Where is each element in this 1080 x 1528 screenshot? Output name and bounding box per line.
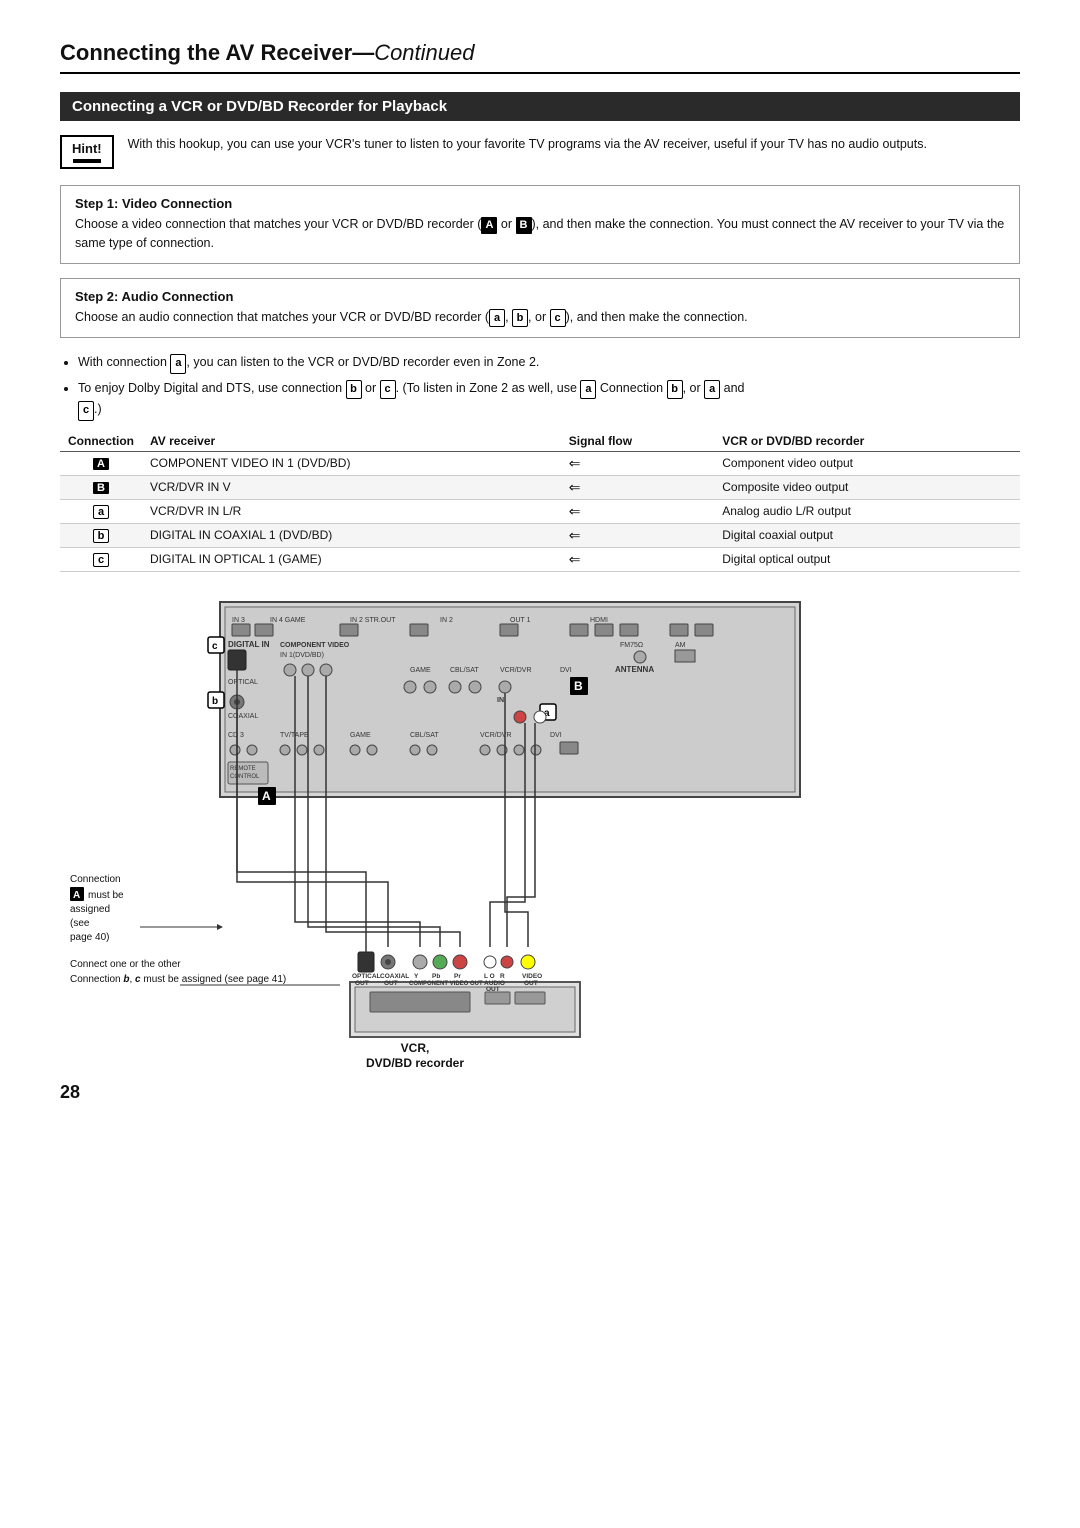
svg-text:b: b — [212, 696, 218, 707]
av-receiver-B: VCR/DVR IN V — [142, 475, 561, 499]
svg-text:Connection b, c: Connection b, c must be assigned (see pa… — [70, 974, 286, 985]
signal-a: ⇐ — [561, 499, 714, 523]
col-vcr: VCR or DVD/BD recorder — [714, 431, 1020, 452]
hint-label: Hint! — [60, 135, 114, 169]
av-receiver-A: COMPONENT VIDEO IN 1 (DVD/BD) — [142, 451, 561, 475]
vcr-b: Digital coaxial output — [714, 523, 1020, 547]
svg-text:FM75Ω: FM75Ω — [620, 642, 643, 649]
av-receiver-a: VCR/DVR IN L/R — [142, 499, 561, 523]
svg-text:assigned: assigned — [70, 904, 110, 915]
page-title: Connecting the AV Receiver—Continued — [60, 40, 1020, 74]
svg-text:OUT: OUT — [524, 980, 538, 987]
svg-text:CBL/SAT: CBL/SAT — [450, 667, 479, 674]
svg-text:CONTROL: CONTROL — [230, 774, 260, 780]
page-number: 28 — [60, 1082, 1020, 1103]
svg-text:IN 2: IN 2 — [440, 617, 453, 624]
step2-box: Step 2: Audio Connection Choose an audio… — [60, 278, 1020, 339]
connection-diagram: IN 3 IN 4 GAME IN 2 STR.OUT IN 2 OUT 1 H… — [60, 592, 1020, 1072]
svg-text:IN 1(DVD/BD): IN 1(DVD/BD) — [280, 652, 324, 659]
svg-text:DVI: DVI — [560, 667, 572, 674]
svg-text:OUT: OUT — [486, 986, 500, 993]
svg-text:must be: must be — [88, 890, 124, 901]
signal-B: ⇐ — [561, 475, 714, 499]
step2-title: Step 2: Audio Connection — [75, 289, 1005, 304]
svg-text:VCR/DVR: VCR/DVR — [480, 732, 512, 739]
vcr-c: Digital optical output — [714, 547, 1020, 571]
svg-text:IN 2 STR.OUT: IN 2 STR.OUT — [350, 617, 396, 624]
step1-box: Step 1: Video Connection Choose a video … — [60, 185, 1020, 264]
svg-text:IN 3: IN 3 — [232, 617, 245, 624]
signal-A: ⇐ — [561, 451, 714, 475]
svg-text:OPTICAL: OPTICAL — [352, 973, 381, 980]
svg-text:Y: Y — [414, 973, 419, 980]
svg-text:OPTICAL: OPTICAL — [228, 679, 258, 686]
svg-text:Connection: Connection — [70, 874, 121, 885]
svg-text:HDMI: HDMI — [590, 617, 608, 624]
svg-text:A: A — [73, 890, 80, 901]
svg-text:DVD/BD recorder: DVD/BD recorder — [366, 1056, 464, 1070]
step1-title: Step 1: Video Connection — [75, 196, 1005, 211]
bullet-item-2: To enjoy Dolby Digital and DTS, use conn… — [78, 378, 1020, 421]
table-row: c DIGITAL IN OPTICAL 1 (GAME) ⇐ Digital … — [60, 547, 1020, 571]
signal-c: ⇐ — [561, 547, 714, 571]
svg-text:L O: L O — [484, 973, 495, 980]
col-connection: Connection — [60, 431, 142, 452]
svg-text:OUT: OUT — [384, 980, 398, 987]
table-row: A COMPONENT VIDEO IN 1 (DVD/BD) ⇐ Compon… — [60, 451, 1020, 475]
svg-text:CBL/SAT: CBL/SAT — [410, 732, 439, 739]
svg-text:COMPONENT VIDEO OUT: COMPONENT VIDEO OUT — [409, 981, 483, 987]
svg-text:R: R — [500, 973, 505, 980]
bullet-list: With connection a, you can listen to the… — [78, 352, 1020, 421]
svg-text:VIDEO: VIDEO — [522, 973, 542, 980]
svg-text:B: B — [574, 679, 583, 693]
svg-text:OUT 1: OUT 1 — [510, 617, 531, 624]
svg-text:GAME: GAME — [350, 732, 371, 739]
svg-text:GAME: GAME — [410, 667, 431, 674]
svg-text:COAXIAL: COAXIAL — [380, 973, 409, 980]
svg-text:A: A — [262, 789, 271, 803]
col-signal-flow: Signal flow — [561, 431, 714, 452]
signal-b: ⇐ — [561, 523, 714, 547]
svg-text:COAXIAL: COAXIAL — [228, 713, 258, 720]
svg-text:page 40): page 40) — [70, 932, 109, 943]
connection-table: Connection AV receiver Signal flow VCR o… — [60, 431, 1020, 572]
svg-text:Pr: Pr — [454, 973, 461, 980]
svg-text:DVI: DVI — [550, 732, 562, 739]
svg-text:Connect one or the other: Connect one or the other — [70, 959, 181, 970]
svg-text:c: c — [212, 641, 218, 652]
svg-text:COMPONENT VIDEO: COMPONENT VIDEO — [280, 642, 350, 649]
svg-text:OUT: OUT — [355, 980, 369, 987]
svg-text:DIGITAL IN: DIGITAL IN — [228, 640, 270, 649]
av-receiver-b: DIGITAL IN COAXIAL 1 (DVD/BD) — [142, 523, 561, 547]
vcr-a: Analog audio L/R output — [714, 499, 1020, 523]
table-row: B VCR/DVR IN V ⇐ Composite video output — [60, 475, 1020, 499]
vcr-A: Component video output — [714, 451, 1020, 475]
step2-text: Choose an audio connection that matches … — [75, 308, 1005, 328]
diagram-svg: IN 3 IN 4 GAME IN 2 STR.OUT IN 2 OUT 1 H… — [60, 592, 1020, 1072]
svg-text:VCR/DVR: VCR/DVR — [500, 667, 532, 674]
svg-text:REMOTE: REMOTE — [230, 766, 256, 772]
hint-box: Hint! With this hookup, you can use your… — [60, 135, 1020, 169]
av-receiver-c: DIGITAL IN OPTICAL 1 (GAME) — [142, 547, 561, 571]
vcr-B: Composite video output — [714, 475, 1020, 499]
col-av-receiver: AV receiver — [142, 431, 561, 452]
svg-text:IN: IN — [497, 697, 504, 704]
step1-text: Choose a video connection that matches y… — [75, 215, 1005, 253]
table-row: a VCR/DVR IN L/R ⇐ Analog audio L/R outp… — [60, 499, 1020, 523]
svg-text:IN 4 GAME: IN 4 GAME — [270, 617, 306, 624]
svg-text:VCR,: VCR, — [401, 1041, 430, 1055]
table-row: b DIGITAL IN COAXIAL 1 (DVD/BD) ⇐ Digita… — [60, 523, 1020, 547]
hint-text: With this hookup, you can use your VCR's… — [128, 135, 927, 154]
bullet-item-1: With connection a, you can listen to the… — [78, 352, 1020, 374]
svg-text:Pb: Pb — [432, 973, 440, 980]
svg-text:CD 3: CD 3 — [228, 732, 244, 739]
svg-text:ANTENNA: ANTENNA — [615, 665, 654, 674]
svg-text:AM: AM — [675, 642, 686, 649]
svg-text:(see: (see — [70, 918, 90, 929]
section-header: Connecting a VCR or DVD/BD Recorder for … — [60, 92, 1020, 121]
